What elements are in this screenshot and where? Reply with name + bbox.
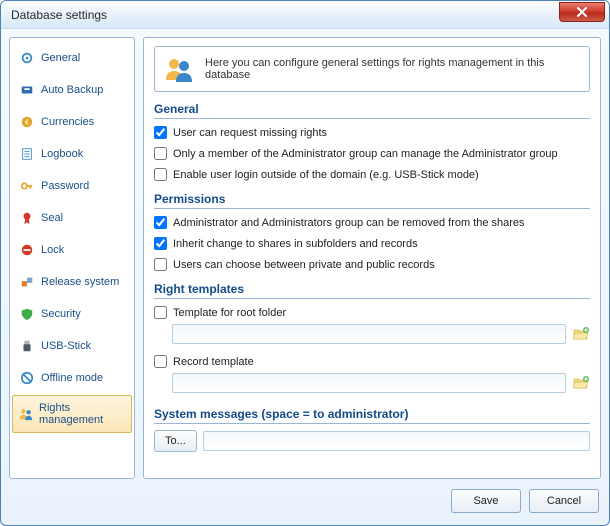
checkbox-template-record[interactable] [154,355,167,368]
logbook-icon [19,146,35,162]
sidebar-item-label: Offline mode [41,372,103,384]
section-header-general: General [154,102,590,119]
sidebar-item-password[interactable]: Password [12,171,132,201]
close-icon [576,7,588,17]
titlebar: Database settings [1,1,609,29]
checkbox-user-request-rights[interactable] [154,126,167,139]
sidebar-item-label: Seal [41,212,63,224]
sidebar-item-security[interactable]: Security [12,299,132,329]
option-label: Administrator and Administrators group c… [173,217,525,229]
content-panel: Here you can configure general settings … [143,37,601,479]
footer: Save Cancel [1,485,609,525]
option-row: Administrator and Administrators group c… [154,215,590,230]
sidebar-item-label: Auto Backup [41,84,103,96]
option-row: Inherit change to shares in subfolders a… [154,236,590,251]
sidebar-item-label: Security [41,308,81,320]
option-row: Template for root folder [154,305,590,320]
info-text: Here you can configure general settings … [205,57,581,81]
checkbox-template-root[interactable] [154,306,167,319]
body-area: General Auto Backup € Currencies Logbook Pass… [1,29,609,485]
sidebar-item-offline-mode[interactable]: Offline mode [12,363,132,393]
input-row [154,324,590,344]
to-input[interactable] [203,431,590,451]
option-label: Only a member of the Administrator group… [173,148,558,160]
key-icon [19,178,35,194]
template-record-input[interactable] [172,373,566,393]
cancel-button[interactable]: Cancel [529,489,599,513]
section-header-right-templates: Right templates [154,282,590,299]
svg-text:€: € [25,120,29,127]
folder-open-icon [573,375,589,391]
sidebar: General Auto Backup € Currencies Logbook Pass… [9,37,135,479]
sidebar-item-label: Currencies [41,116,94,128]
checkbox-login-outside-domain[interactable] [154,168,167,181]
sidebar-item-label: Rights management [39,402,125,426]
checkbox-inherit-change[interactable] [154,237,167,250]
backup-icon [19,82,35,98]
sidebar-item-label: USB-Stick [41,340,91,352]
sidebar-item-seal[interactable]: Seal [12,203,132,233]
save-button[interactable]: Save [451,489,521,513]
close-button[interactable] [559,2,605,22]
option-label: Users can choose between private and pub… [173,259,435,271]
sidebar-item-auto-backup[interactable]: Auto Backup [12,75,132,105]
users-icon [19,406,33,422]
sidebar-item-usb-stick[interactable]: USB-Stick [12,331,132,361]
option-label: Inherit change to shares in subfolders a… [173,238,418,250]
seal-icon [19,210,35,226]
usb-icon [19,338,35,354]
forbid-icon [19,242,35,258]
sidebar-item-label: Logbook [41,148,83,160]
option-row: Users can choose between private and pub… [154,257,590,272]
option-label: User can request missing rights [173,127,327,139]
section-header-system-messages: System messages (space = to administrato… [154,407,590,424]
to-row: To... [154,430,590,452]
option-label: Template for root folder [173,307,286,319]
info-box: Here you can configure general settings … [154,46,590,92]
window-title: Database settings [11,8,559,22]
folder-open-icon [573,326,589,342]
template-root-block: Template for root folder [154,305,590,344]
sidebar-item-label: Lock [41,244,64,256]
option-row: Enable user login outside of the domain … [154,167,590,182]
template-root-input[interactable] [172,324,566,344]
shield-icon [19,306,35,322]
offline-icon [19,370,35,386]
option-row: Only a member of the Administrator group… [154,146,590,161]
to-button[interactable]: To... [154,430,197,452]
sidebar-item-currencies[interactable]: € Currencies [12,107,132,137]
gear-icon [19,50,35,66]
option-label: Record template [173,356,254,368]
sidebar-item-rights-management[interactable]: Rights management [12,395,132,433]
sidebar-item-label: Password [41,180,89,192]
browse-root-template-button[interactable] [572,325,590,343]
sidebar-item-lock[interactable]: Lock [12,235,132,265]
input-row [154,373,590,393]
currency-icon: € [19,114,35,130]
sidebar-item-general[interactable]: General [12,43,132,73]
option-row: User can request missing rights [154,125,590,140]
checkbox-admin-remove-shares[interactable] [154,216,167,229]
option-row: Record template [154,354,590,369]
checkbox-private-public[interactable] [154,258,167,271]
window: Database settings General Auto Backup € Cur… [0,0,610,526]
option-label: Enable user login outside of the domain … [173,169,479,181]
users-icon [163,53,195,85]
release-icon [19,274,35,290]
sidebar-item-label: General [41,52,80,64]
sidebar-item-release-system[interactable]: Release system [12,267,132,297]
section-header-permissions: Permissions [154,192,590,209]
template-record-block: Record template [154,354,590,393]
checkbox-admin-group-manage[interactable] [154,147,167,160]
browse-record-template-button[interactable] [572,374,590,392]
sidebar-item-logbook[interactable]: Logbook [12,139,132,169]
sidebar-item-label: Release system [41,276,119,288]
